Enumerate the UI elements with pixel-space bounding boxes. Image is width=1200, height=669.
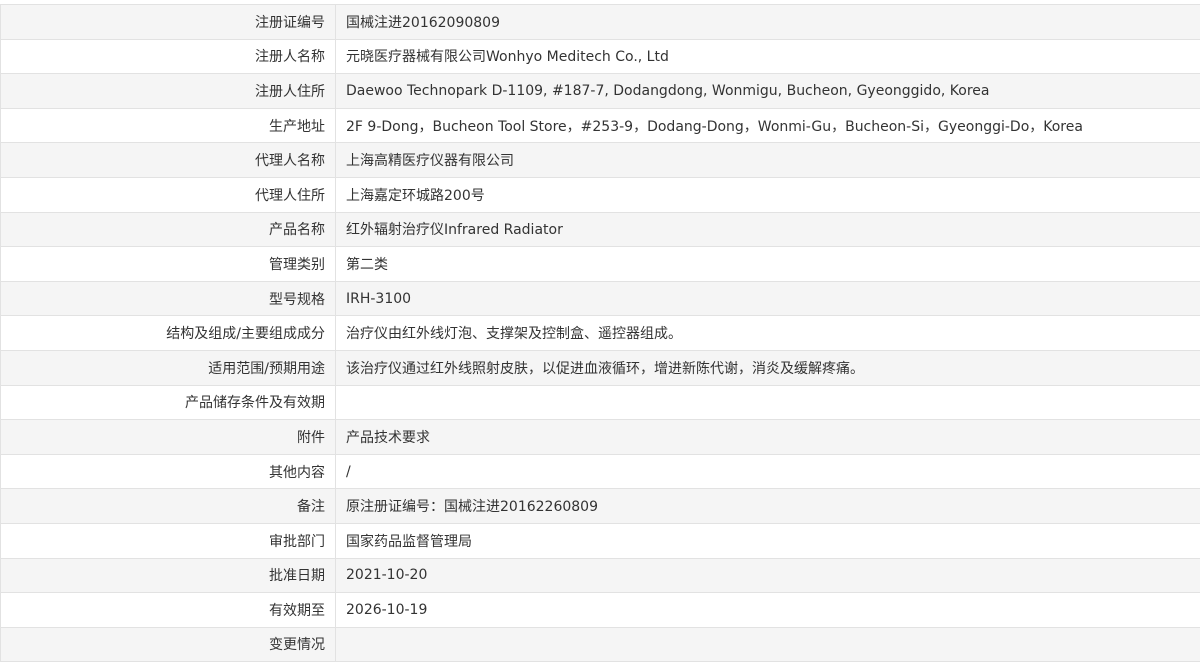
row-value: 国家药品监督管理局 [336,523,1200,558]
row-value: 第二类 [336,247,1200,282]
table-row-structure-composition: 结构及组成/主要组成成分 治疗仪由红外线灯泡、支撑架及控制盒、遥控器组成。 [1,316,1200,351]
row-label: 有效期至 [1,593,336,628]
row-label: 结构及组成/主要组成成分 [1,316,336,351]
row-value: 上海嘉定环城路200号 [336,177,1200,212]
table-row-model-spec: 型号规格 IRH-3100 [1,281,1200,316]
row-value: Daewoo Technopark D-1109, #187-7, Dodang… [336,74,1200,109]
table-row-valid-until: 有效期至 2026-10-19 [1,593,1200,628]
table-row-agent-name: 代理人名称 上海高精医疗仪器有限公司 [1,143,1200,178]
table-row-change-history: 变更情况 [1,627,1200,662]
row-label: 审批部门 [1,523,336,558]
row-value: / [336,454,1200,489]
table-row-intended-use: 适用范围/预期用途 该治疗仪通过红外线照射皮肤，以促进血液循环，增进新陈代谢，消… [1,350,1200,385]
row-label: 变更情况 [1,627,336,662]
table-row-other-content: 其他内容 / [1,454,1200,489]
table-row-attachment: 附件 产品技术要求 [1,420,1200,455]
registration-detail-table: 注册证编号 国械注进20162090809 注册人名称 元晓医疗器械有限公司Wo… [0,4,1200,662]
row-label: 适用范围/预期用途 [1,350,336,385]
table-row-approval-department: 审批部门 国家药品监督管理局 [1,523,1200,558]
row-value: 原注册证编号：国械注进20162260809 [336,489,1200,524]
row-value: 国械注进20162090809 [336,5,1200,40]
table-row-production-address: 生产地址 2F 9-Dong，Bucheon Tool Store，#253-9… [1,108,1200,143]
row-label: 批准日期 [1,558,336,593]
row-label: 产品储存条件及有效期 [1,385,336,420]
row-label: 代理人名称 [1,143,336,178]
table-row-agent-address: 代理人住所 上海嘉定环城路200号 [1,177,1200,212]
row-label: 备注 [1,489,336,524]
row-label: 型号规格 [1,281,336,316]
row-value [336,385,1200,420]
row-label: 产品名称 [1,212,336,247]
row-value: 治疗仪由红外线灯泡、支撑架及控制盒、遥控器组成。 [336,316,1200,351]
row-label: 生产地址 [1,108,336,143]
row-value: 红外辐射治疗仪Infrared Radiator [336,212,1200,247]
row-label: 注册人名称 [1,39,336,74]
table-row-registrant-name: 注册人名称 元晓医疗器械有限公司Wonhyo Meditech Co., Ltd [1,39,1200,74]
row-label: 附件 [1,420,336,455]
row-value: 上海高精医疗仪器有限公司 [336,143,1200,178]
table-row-storage-validity: 产品储存条件及有效期 [1,385,1200,420]
table-row-approval-date: 批准日期 2021-10-20 [1,558,1200,593]
table-row-product-name: 产品名称 红外辐射治疗仪Infrared Radiator [1,212,1200,247]
row-label: 注册人住所 [1,74,336,109]
row-label: 其他内容 [1,454,336,489]
row-value: 该治疗仪通过红外线照射皮肤，以促进血液循环，增进新陈代谢，消炎及缓解疼痛。 [336,350,1200,385]
row-value: 2F 9-Dong，Bucheon Tool Store，#253-9，Doda… [336,108,1200,143]
table-row-registrant-address: 注册人住所 Daewoo Technopark D-1109, #187-7, … [1,74,1200,109]
row-value [336,627,1200,662]
row-value: 2021-10-20 [336,558,1200,593]
row-label: 代理人住所 [1,177,336,212]
row-value: 产品技术要求 [336,420,1200,455]
table-row-management-category: 管理类别 第二类 [1,247,1200,282]
row-label: 注册证编号 [1,5,336,40]
row-value: IRH-3100 [336,281,1200,316]
row-value: 元晓医疗器械有限公司Wonhyo Meditech Co., Ltd [336,39,1200,74]
row-value: 2026-10-19 [336,593,1200,628]
registration-detail-body: 注册证编号 国械注进20162090809 注册人名称 元晓医疗器械有限公司Wo… [1,5,1200,662]
table-row-remarks: 备注 原注册证编号：国械注进20162260809 [1,489,1200,524]
table-row-registration-number: 注册证编号 国械注进20162090809 [1,5,1200,40]
row-label: 管理类别 [1,247,336,282]
